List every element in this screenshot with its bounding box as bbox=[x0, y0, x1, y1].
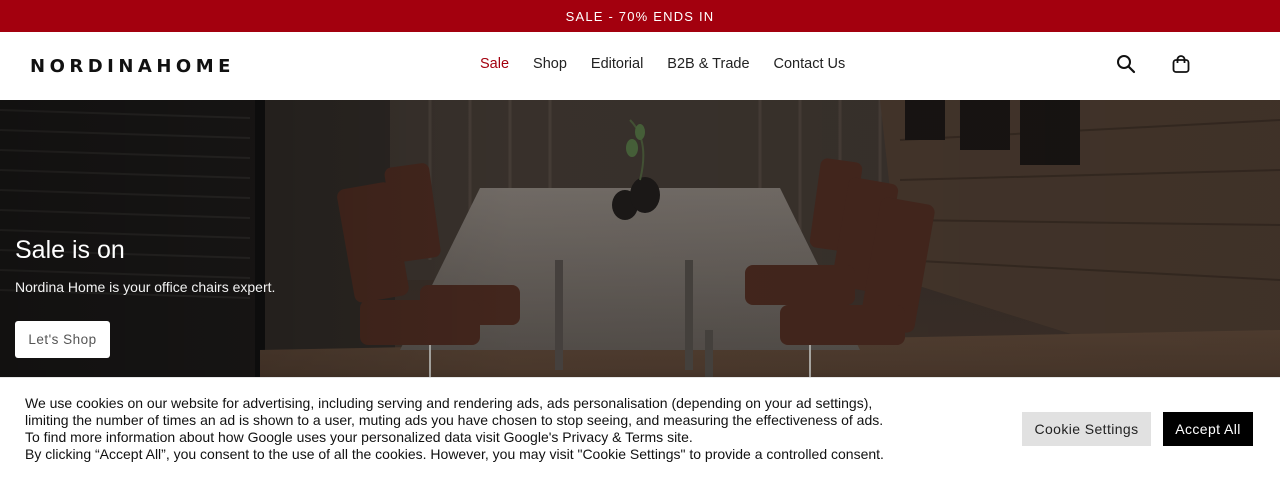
cookie-text-line: To find more information about how Googl… bbox=[25, 429, 693, 445]
nav-item-shop[interactable]: Shop bbox=[533, 56, 567, 72]
main-nav: Sale Shop Editorial B2B & Trade Contact … bbox=[480, 56, 845, 72]
promo-bar: SALE - 70% ENDS IN bbox=[0, 0, 1280, 32]
promo-text: SALE - 70% ENDS IN bbox=[565, 8, 715, 24]
cookie-text-line: limiting the number of times an ad is sh… bbox=[25, 412, 884, 428]
search-icon[interactable] bbox=[1116, 54, 1138, 76]
nav-item-b2b-trade[interactable]: B2B & Trade bbox=[667, 56, 749, 72]
site-logo[interactable]: NORDINAHOME bbox=[30, 56, 235, 77]
nav-item-sale[interactable]: Sale bbox=[480, 56, 509, 72]
hero-subtitle: Nordina Home is your office chairs exper… bbox=[15, 279, 276, 295]
accept-all-button[interactable]: Accept All bbox=[1163, 412, 1253, 446]
site-header: NORDINAHOME Sale Shop Editorial B2B & Tr… bbox=[0, 32, 1280, 100]
cookie-text-line: By clicking “Accept All”, you consent to… bbox=[25, 446, 884, 462]
cookie-message: We use cookies on our website for advert… bbox=[25, 395, 925, 463]
cookie-settings-button[interactable]: Cookie Settings bbox=[1022, 412, 1151, 446]
nav-item-contact-us[interactable]: Contact Us bbox=[774, 56, 846, 72]
cookie-banner: We use cookies on our website for advert… bbox=[0, 377, 1280, 480]
cookie-text-line: We use cookies on our website for advert… bbox=[25, 395, 873, 411]
shop-now-button[interactable]: Let's Shop bbox=[15, 321, 110, 358]
hero-title: Sale is on bbox=[15, 236, 125, 264]
cart-icon[interactable] bbox=[1171, 54, 1193, 76]
nav-item-editorial[interactable]: Editorial bbox=[591, 56, 643, 72]
